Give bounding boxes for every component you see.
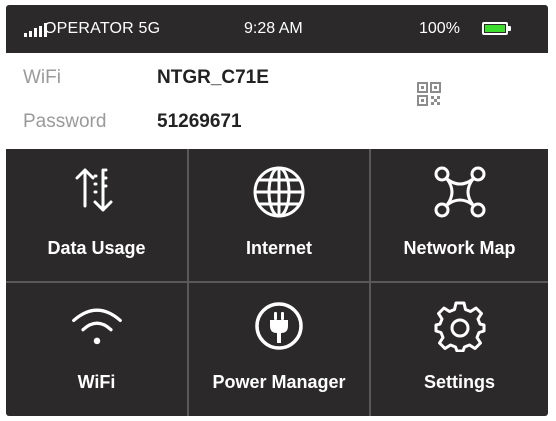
tile-label: Settings [423, 372, 495, 392]
tile-settings[interactable]: Settings [371, 283, 548, 416]
status-bar: OPERATOR 5G 9:28 AM 100% [6, 5, 548, 53]
tile-power-manager[interactable]: Power Manager [189, 283, 371, 416]
tile-network-map[interactable]: Network Map [371, 149, 548, 283]
tile-label: Data Usage [47, 238, 146, 258]
wifi-credentials-card: WiFi NTGR_C71E Password 51269671 [6, 53, 548, 149]
data-usage-icon [70, 165, 124, 219]
clock: 9:28 AM [244, 20, 303, 37]
wifi-ssid: NTGR_C71E [157, 67, 269, 88]
power-plug-icon [252, 299, 306, 353]
wifi-icon [70, 299, 124, 353]
gear-icon [433, 299, 487, 353]
wifi-password: 51269671 [157, 111, 242, 132]
tile-label: Power Manager [212, 372, 346, 392]
password-label: Password [23, 111, 107, 132]
battery-percent: 100% [419, 20, 460, 37]
tile-label: Internet [245, 238, 312, 258]
tile-label: WiFi [77, 372, 116, 392]
tile-internet[interactable]: Internet [189, 149, 371, 283]
device-screen: OPERATOR 5G 9:28 AM 100% WiFi NTGR_C71E … [6, 5, 548, 416]
tile-data-usage[interactable]: Data Usage [6, 149, 189, 283]
battery-fill [485, 25, 505, 32]
wifi-label: WiFi [23, 67, 61, 88]
network-map-icon [433, 165, 487, 219]
menu-grid: Data Usage Internet Network Map WiFi Pow… [6, 149, 548, 416]
globe-icon [252, 165, 306, 219]
operator-name: OPERATOR 5G [44, 20, 161, 37]
tile-label: Network Map [403, 238, 516, 258]
battery-icon [482, 22, 511, 35]
tile-wifi[interactable]: WiFi [6, 283, 189, 416]
qr-code-icon[interactable] [416, 81, 442, 107]
